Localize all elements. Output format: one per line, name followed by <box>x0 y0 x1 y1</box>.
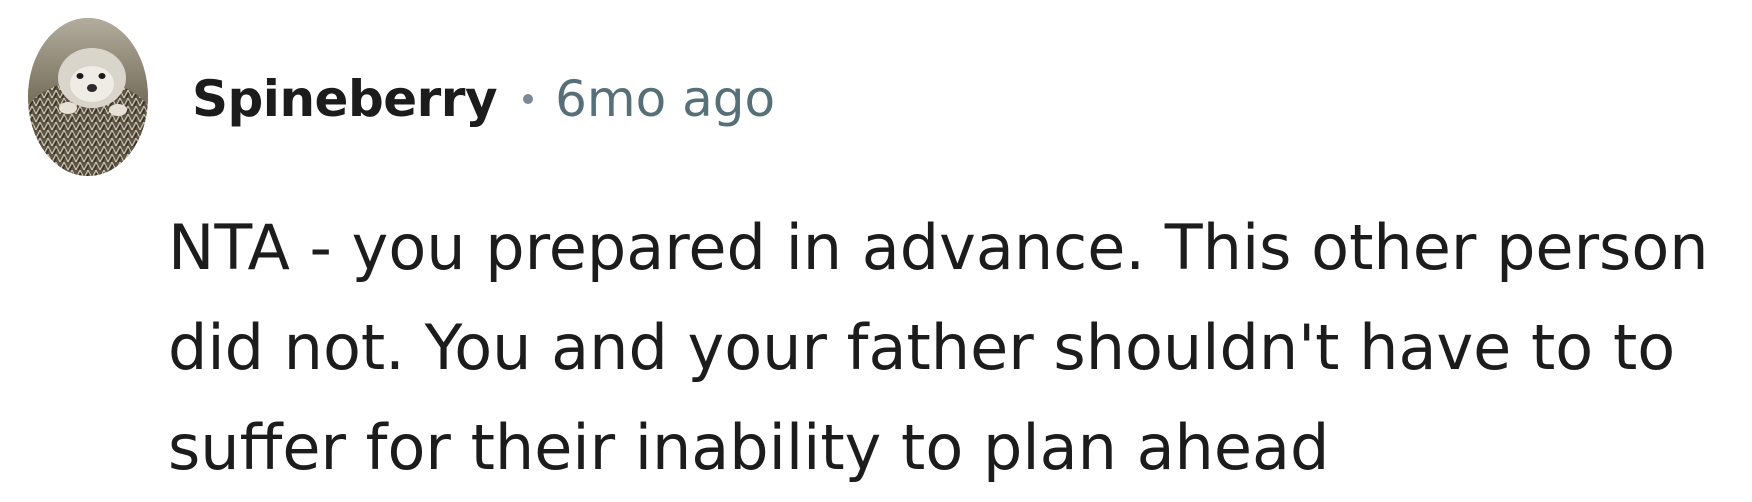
comment-meta: Spineberry 6mo ago <box>192 64 775 134</box>
comment-body: NTA - you prepared in advance. This othe… <box>168 198 1728 498</box>
hedgehog-avatar-icon[interactable] <box>28 18 148 176</box>
comment-body-line: suffer for their inability to plan ahead <box>168 411 1330 484</box>
author-username[interactable]: Spineberry <box>192 70 498 128</box>
comment: Spineberry 6mo ago NTA - you prepared in… <box>0 0 1752 502</box>
comment-body-line: did not. You and your father shouldn't h… <box>168 311 1676 384</box>
comment-timestamp[interactable]: 6mo ago <box>555 70 775 128</box>
comment-body-line: NTA - you prepared in advance. This othe… <box>168 211 1709 284</box>
separator-dot <box>523 94 534 104</box>
